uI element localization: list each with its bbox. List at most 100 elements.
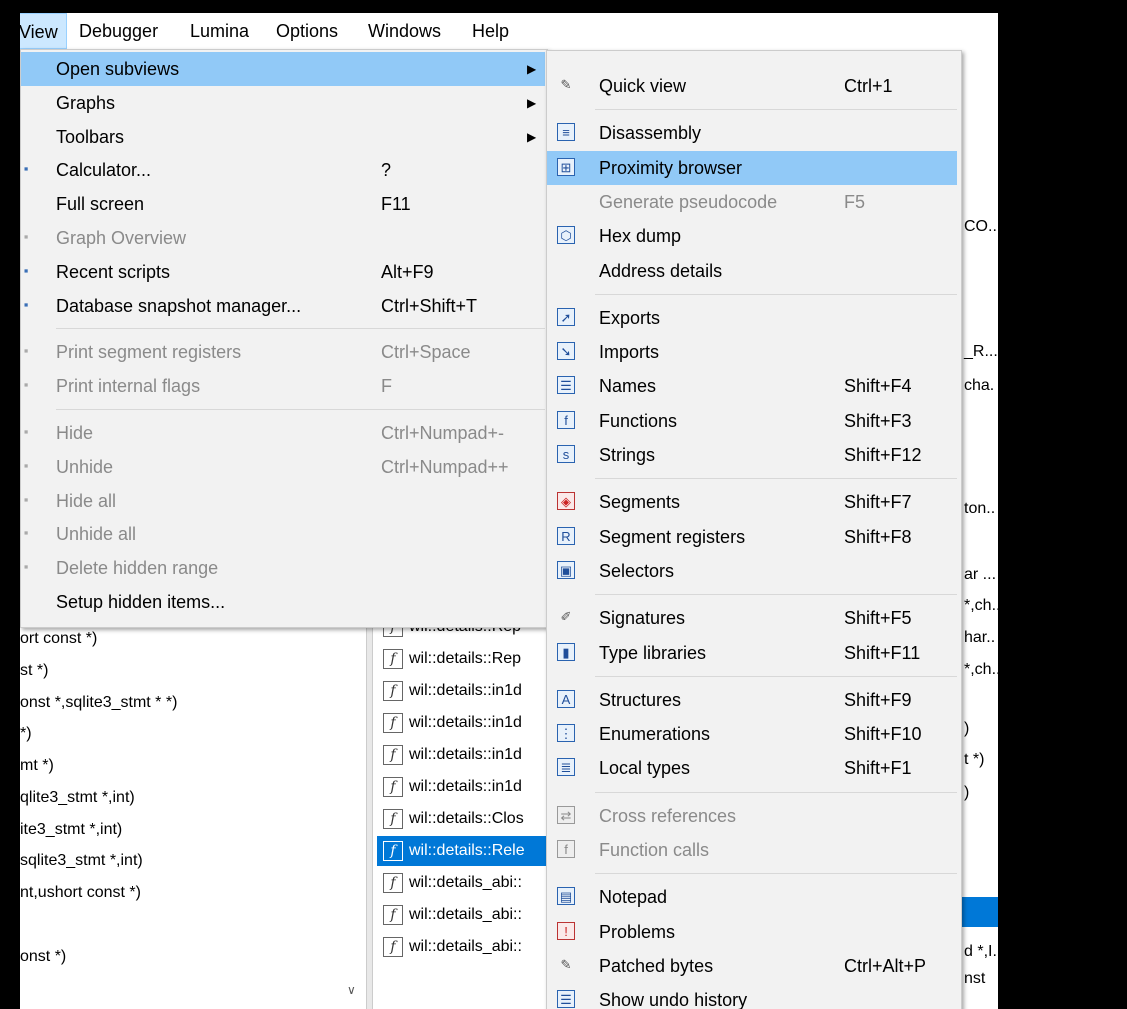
view-menu: Open subviews ▶ Graphs ▶ Toolbars ▶ ▪ Calculato… — [20, 49, 548, 628]
submenu-item-address-details[interactable]: Address details — [547, 254, 957, 288]
submenu-item-label: Problems — [599, 921, 676, 942]
submenu-item-label: Functions — [599, 410, 678, 431]
submenu-item-local-types[interactable]: ≣ Local types Shift+F1 — [547, 751, 957, 785]
function-icon: f — [383, 648, 403, 669]
submenu-item-functions[interactable]: f Functions Shift+F3 — [547, 404, 957, 438]
function-list-row[interactable]: f wil::details::Clos — [377, 804, 557, 834]
submenu-item-shortcut: Shift+F4 — [844, 376, 912, 397]
function-list-row[interactable]: f wil::details::in1d — [377, 676, 557, 706]
menu-item-database-snapshot-manager[interactable]: ▪ Database snapshot manager... Ctrl+Shift+… — [21, 289, 545, 323]
submenu-item-label: Patched bytes — [599, 955, 714, 976]
function-list-row[interactable]: f wil::details::in1d — [377, 708, 557, 738]
menu-item-recent-scripts[interactable]: ▪ Recent scripts Alt+F9 — [21, 255, 545, 289]
submenu-item-disassembly[interactable]: ≡ Disassembly — [547, 116, 957, 150]
submenu-item-show-undo-history[interactable]: ☰ Show undo history — [547, 983, 957, 1009]
submenu-item-names[interactable]: ☰ Names Shift+F4 — [547, 369, 957, 403]
submenu-item-patched-bytes[interactable]: ✎ Patched bytes Ctrl+Alt+P — [547, 949, 957, 983]
notepad-icon: ▤ — [557, 887, 575, 906]
menu-item-label: Hide all — [56, 490, 117, 511]
menubar-lumina[interactable]: Lumina — [182, 13, 257, 49]
chevron-down-icon[interactable]: ∨ — [347, 983, 356, 997]
menu-separator — [56, 328, 545, 330]
submenu-item-shortcut: Shift+F9 — [844, 689, 912, 710]
code-line: har.. — [964, 629, 996, 646]
patched-bytes-icon: ✎ — [560, 956, 572, 972]
submenu-item-segments[interactable]: ◈ Segments Shift+F7 — [547, 485, 957, 519]
submenu-item-strings[interactable]: s Strings Shift+F12 — [547, 438, 957, 472]
code-line: *,ch... — [964, 661, 998, 678]
submenu-item-shortcut: F5 — [844, 191, 866, 212]
submenu-item-notepad[interactable]: ▤ Notepad — [547, 880, 957, 914]
menu-separator — [595, 478, 957, 480]
submenu-item-structures[interactable]: A Structures Shift+F9 — [547, 683, 957, 717]
menu-item-print-segment-registers[interactable]: ▪ Print segment registers Ctrl+Space — [21, 335, 545, 369]
function-list-row[interactable]: f wil::details::Rele — [377, 836, 557, 866]
menu-separator — [595, 675, 957, 677]
menu-item-delete-hidden-range[interactable]: ▪ Delete hidden range — [21, 551, 545, 585]
menu-item-calculator[interactable]: ▪ Calculator...? — [21, 153, 545, 187]
menu-item-print-internal-flags[interactable]: ▪ Print internal flags F — [21, 369, 545, 403]
function-name: wil::details::in1d — [409, 682, 522, 699]
menu-item-shortcut: ? — [381, 160, 392, 181]
function-list-row[interactable]: f wil::details::in1d — [377, 772, 557, 802]
submenu-item-hex-dump[interactable]: ⬡ Hex dump — [547, 219, 957, 253]
menubar-options[interactable]: Options — [268, 13, 346, 49]
submenu-item-generate-pseudocode[interactable]: Generate pseudocode F5 — [547, 185, 957, 219]
menu-item-open-subviews[interactable]: Open subviews ▶ — [21, 52, 545, 86]
submenu-item-shortcut: Shift+F7 — [844, 492, 912, 513]
menu-item-unhide-all[interactable]: ▪ Unhide all — [21, 517, 545, 551]
menubar-windows[interactable]: Windows — [360, 13, 449, 49]
function-icon: f — [383, 840, 403, 861]
proximity-browser-icon: ⊞ — [557, 157, 575, 176]
submenu-item-segment-registers[interactable]: R Segment registers Shift+F8 — [547, 520, 957, 554]
submenu-item-problems[interactable]: ! Problems — [547, 915, 957, 949]
menu-separator — [595, 293, 957, 295]
function-icon: f — [383, 712, 403, 733]
menubar-debugger[interactable]: Debugger — [71, 13, 166, 49]
chevron-right-icon: ▶ — [527, 129, 537, 144]
menu-item-graph-overview[interactable]: ▪ Graph Overview — [21, 221, 545, 255]
submenu-item-label: Selectors — [599, 560, 675, 581]
submenu-item-function-calls[interactable]: f Function calls — [547, 833, 957, 867]
menu-item-shortcut: Alt+F9 — [381, 261, 434, 282]
submenu-item-shortcut: Shift+F8 — [844, 526, 912, 547]
function-list-row[interactable]: f wil::details_abi:: — [377, 932, 557, 962]
submenu-item-label: Address details — [599, 260, 723, 281]
submenu-item-label: Segments — [599, 492, 681, 513]
submenu-item-signatures[interactable]: ✐ Signatures Shift+F5 — [547, 601, 957, 635]
code-pane-right[interactable]: CO... _R... cha. ton.. ar ... *,ch... har.. *,c… — [960, 49, 998, 1009]
submenu-item-enumerations[interactable]: ⋮ Enumerations Shift+F10 — [547, 717, 957, 751]
menubar-view[interactable]: View — [20, 13, 67, 49]
undo-history-icon: ☰ — [557, 990, 575, 1009]
submenu-item-quick-view[interactable]: ✎ Quick view Ctrl+1 — [547, 69, 957, 103]
menu-item-hide-all[interactable]: ▪ Hide all — [21, 484, 545, 518]
submenu-item-label: Hex dump — [599, 226, 682, 247]
submenu-item-exports[interactable]: ➚ Exports — [547, 301, 957, 335]
menu-item-unhide[interactable]: ▪ Unhide Ctrl+Numpad++ — [21, 450, 545, 484]
menu-separator — [56, 409, 545, 410]
menu-item-hide[interactable]: ▪ Hide Ctrl+Numpad+- — [21, 416, 545, 450]
function-list-row[interactable]: f wil::details::in1d — [377, 740, 557, 770]
submenu-item-shortcut: Shift+F10 — [844, 724, 922, 745]
submenu-item-proximity-browser[interactable]: ⊞ Proximity browser — [547, 150, 957, 185]
menu-item-toolbars[interactable]: Toolbars ▶ — [21, 120, 545, 154]
submenu-item-label: Proximity browser — [599, 157, 743, 178]
submenu-item-shortcut: Shift+F1 — [844, 758, 912, 779]
function-name: wil::details::Rele — [409, 842, 525, 859]
code-line: _R... — [964, 343, 998, 360]
menu-item-graphs[interactable]: Graphs ▶ — [21, 86, 545, 120]
menu-item-full-screen[interactable]: Full screen F11 — [21, 187, 545, 221]
menu-item-setup-hidden-items[interactable]: Setup hidden items... — [21, 585, 545, 619]
submenu-item-type-libraries[interactable]: ▮ Type libraries Shift+F11 — [547, 636, 957, 670]
submenu-item-selectors[interactable]: ▣ Selectors — [547, 554, 957, 588]
structures-icon: A — [557, 689, 575, 708]
function-list-row[interactable]: f wil::details_abi:: — [377, 900, 557, 930]
code-line: ar ... — [964, 566, 997, 583]
submenu-item-imports[interactable]: ➘ Imports — [547, 335, 957, 369]
menubar-help[interactable]: Help — [464, 13, 517, 49]
submenu-item-label: Local types — [599, 758, 691, 779]
function-list-row[interactable]: f wil::details_abi:: — [377, 868, 557, 898]
hex-dump-icon: ⬡ — [557, 226, 575, 245]
function-list-row[interactable]: f wil::details::Rep — [377, 644, 557, 674]
submenu-item-cross-references[interactable]: ⇄ Cross references — [547, 799, 957, 833]
